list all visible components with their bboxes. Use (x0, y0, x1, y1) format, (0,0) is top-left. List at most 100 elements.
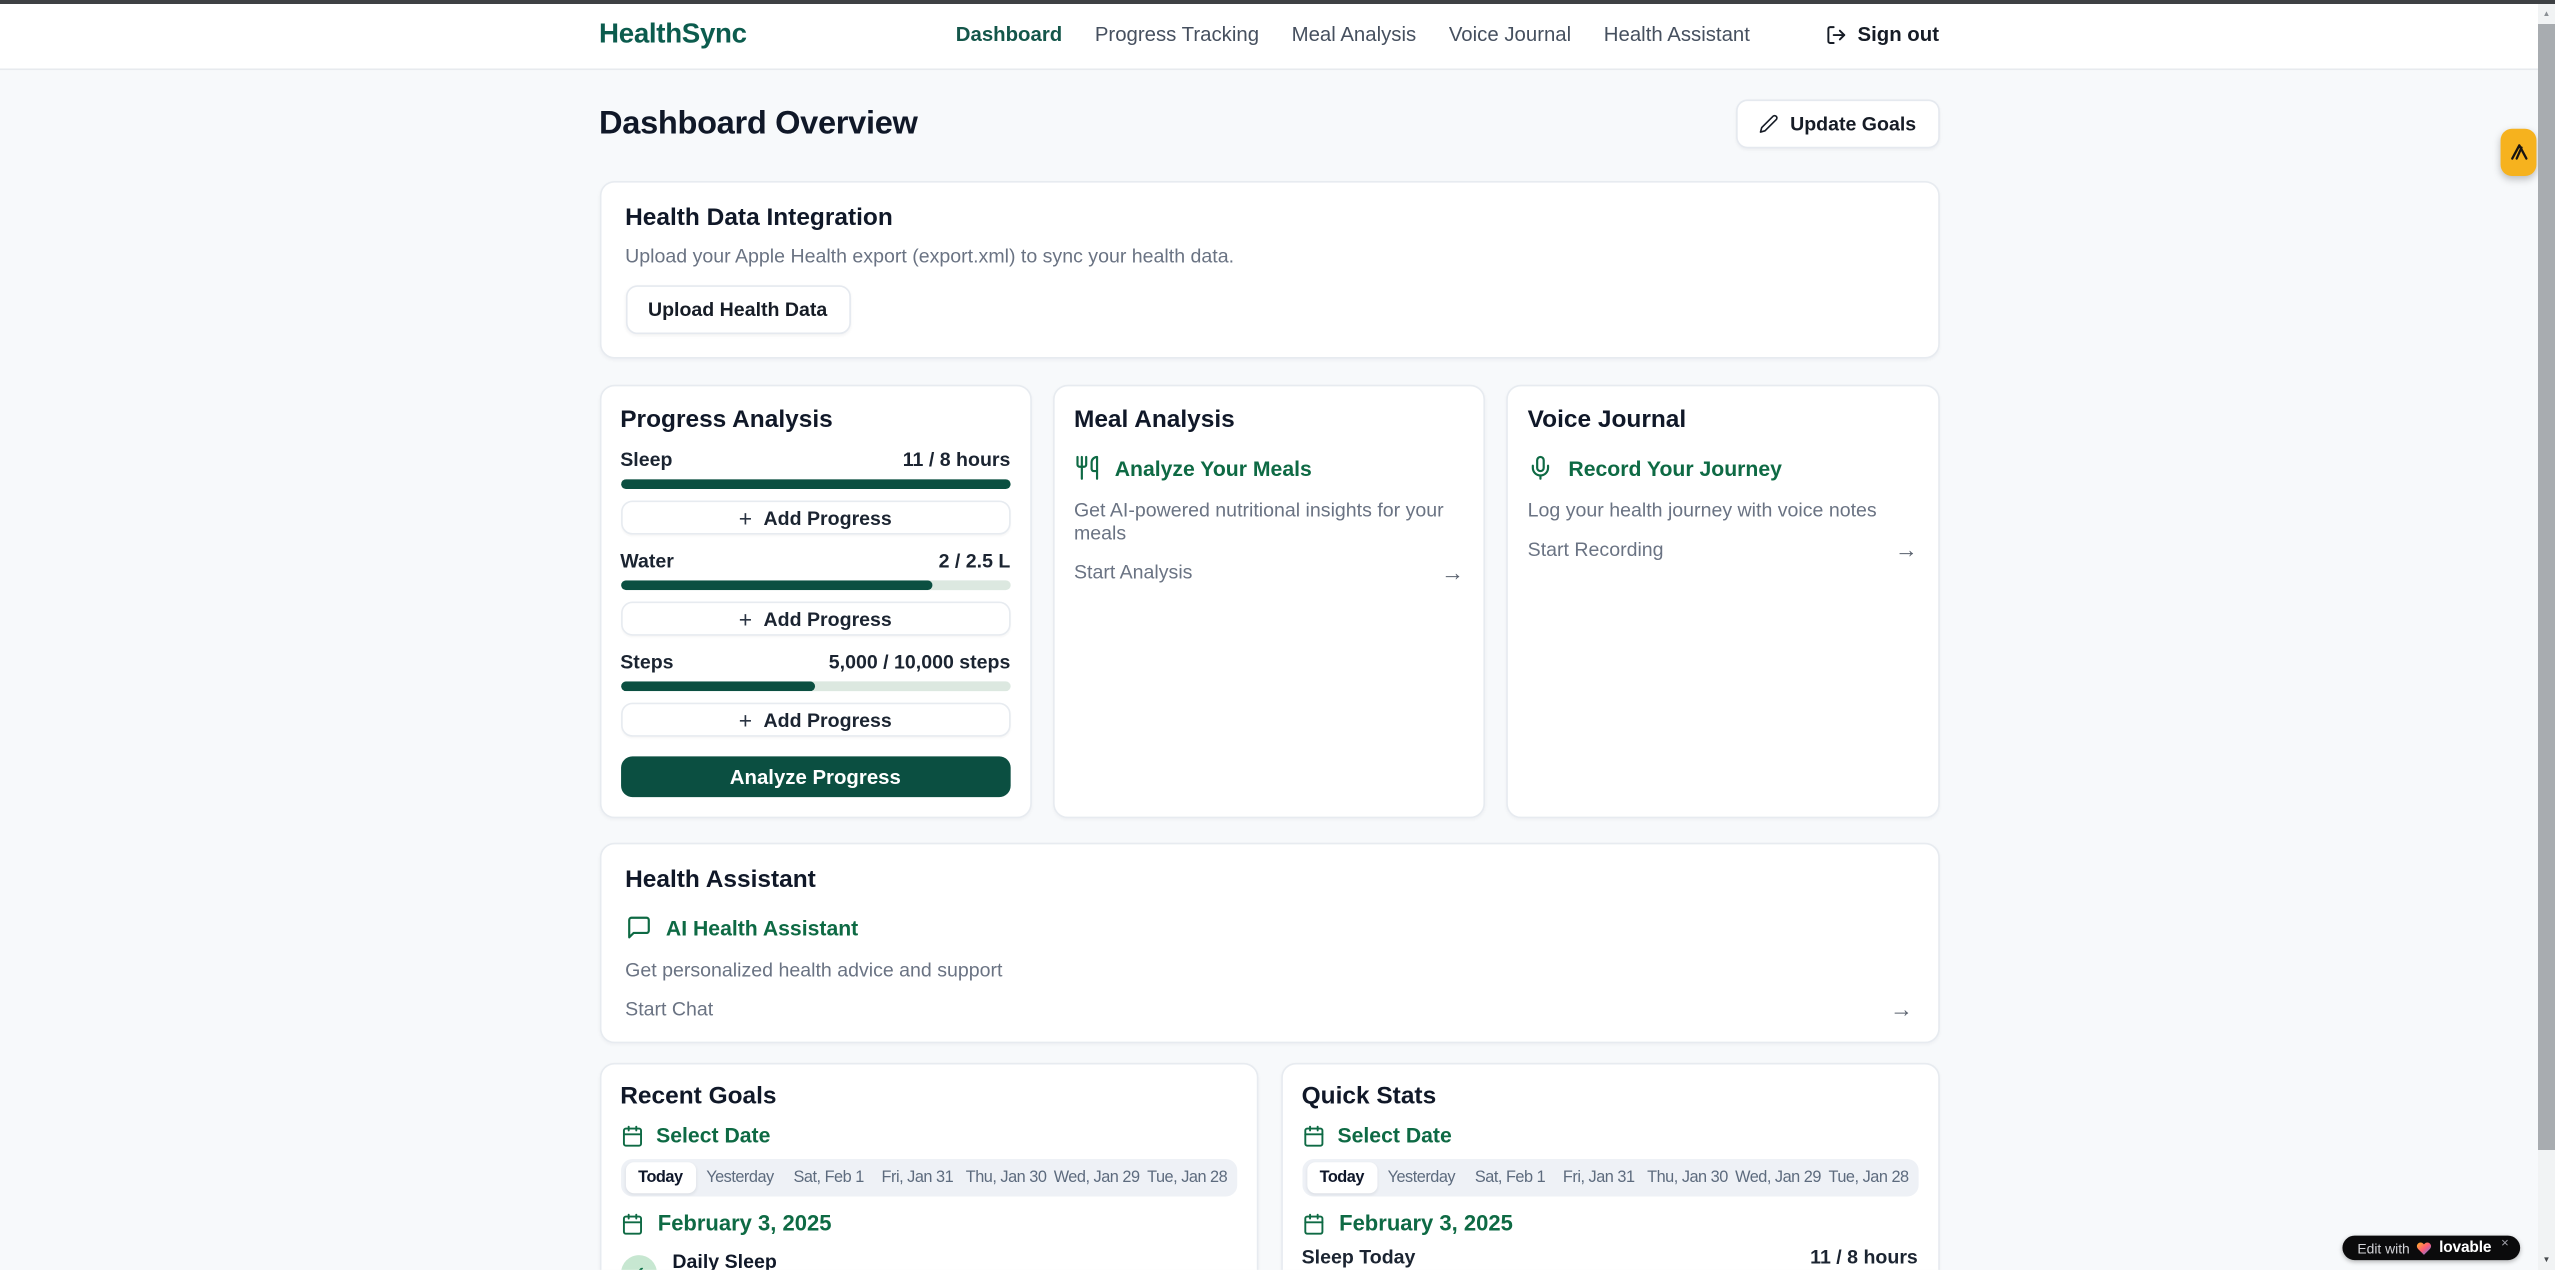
bottom-cards-row: Recent Goals Select Date Today Yesterday… (599, 1063, 1939, 1270)
vertical-scrollbar[interactable]: ▲ ▼ (2538, 0, 2555, 1270)
assistant-description: Get personalized health advice and suppo… (625, 958, 1913, 981)
sign-out-button[interactable]: Sign out (1825, 23, 1939, 46)
steps-progress-fill (620, 681, 815, 691)
water-progress-bar (620, 580, 1010, 590)
steps-progress-bar (620, 681, 1010, 691)
edit-with-label: Edit with (2357, 1240, 2409, 1256)
arrow-right-icon: → (1890, 998, 1913, 1021)
tab-fri-jan-31[interactable]: Fri, Jan 31 (1554, 1162, 1643, 1193)
nav-dashboard[interactable]: Dashboard (956, 23, 1062, 46)
main-content: Dashboard Overview Update Goals Health D… (599, 99, 1939, 1269)
sleep-value: 11 / 8 hours (903, 448, 1011, 471)
add-sleep-progress-button[interactable]: + Add Progress (620, 500, 1010, 534)
sleep-label: Sleep (620, 448, 672, 471)
update-goals-button[interactable]: Update Goals (1736, 99, 1939, 148)
start-analysis-action[interactable]: Start Analysis → (1074, 561, 1464, 584)
nav-voice-journal[interactable]: Voice Journal (1449, 23, 1571, 46)
healthsync-app: HealthSync Dashboard Progress Tracking M… (0, 0, 2538, 1270)
health-data-integration-card: Health Data Integration Upload your Appl… (599, 181, 1939, 359)
tab-sat-feb-1[interactable]: Sat, Feb 1 (1466, 1162, 1555, 1193)
analyze-progress-button[interactable]: Analyze Progress (620, 756, 1010, 797)
edit-with-lovable-badge[interactable]: Edit with lovable × (2343, 1236, 2520, 1260)
quick-stats-select-date[interactable]: Select Date (1302, 1123, 1918, 1147)
lovable-logo-icon (2508, 142, 2529, 163)
tab-wed-jan-29[interactable]: Wed, Jan 29 (1732, 1162, 1824, 1193)
progress-analysis-card: Progress Analysis Sleep 11 / 8 hours + A… (599, 385, 1032, 819)
sleep-today-value: 11 / 8 hours (1810, 1245, 1918, 1268)
main-nav: Dashboard Progress Tracking Meal Analysi… (956, 23, 1939, 46)
recent-goals-date-tabs: Today Yesterday Sat, Feb 1 Fri, Jan 31 T… (620, 1159, 1236, 1196)
voice-description: Log your health journey with voice notes (1528, 499, 1918, 522)
tab-today[interactable]: Today (625, 1162, 695, 1193)
tab-yesterday[interactable]: Yesterday (696, 1162, 785, 1193)
voice-journal-card: Voice Journal Record Your Journey Log yo… (1506, 385, 1939, 819)
quick-stats-selected-date: February 3, 2025 (1302, 1211, 1918, 1235)
log-out-icon (1825, 24, 1846, 45)
microphone-icon (1528, 455, 1554, 481)
lovable-label: lovable (2439, 1239, 2491, 1257)
close-icon[interactable]: × (2501, 1236, 2509, 1251)
tab-wed-jan-29[interactable]: Wed, Jan 29 (1050, 1162, 1142, 1193)
plus-icon: + (739, 607, 752, 630)
water-progress-fill (620, 580, 932, 590)
window-top-edge (0, 0, 2555, 4)
tab-today[interactable]: Today (1307, 1162, 1377, 1193)
start-chat-action[interactable]: Start Chat → (625, 998, 1913, 1021)
water-label: Water (620, 549, 674, 572)
pencil-icon (1759, 114, 1779, 134)
sign-out-label: Sign out (1857, 23, 1939, 46)
water-goal: Water 2 / 2.5 L + Add Progress (620, 549, 1010, 635)
quick-stats-date-tabs: Today Yesterday Sat, Feb 1 Fri, Jan 31 T… (1302, 1159, 1918, 1196)
analyze-your-meals-link[interactable]: Analyze Your Meals (1074, 455, 1464, 481)
scrollbar-thumb[interactable] (2538, 24, 2555, 1150)
tab-fri-jan-31[interactable]: Fri, Jan 31 (873, 1162, 962, 1193)
plus-icon: + (739, 506, 752, 529)
upload-health-data-button[interactable]: Upload Health Data (625, 285, 850, 334)
health-assistant-card: Health Assistant AI Health Assistant Get… (599, 843, 1939, 1044)
quick-stats-card: Quick Stats Select Date Today Yesterday … (1280, 1063, 1939, 1270)
health-assistant-title: Health Assistant (625, 866, 1913, 894)
arrow-right-icon: → (1441, 561, 1464, 584)
ai-health-assistant-link[interactable]: AI Health Assistant (625, 914, 1913, 940)
meal-analysis-card: Meal Analysis Analyze Your Meals Get AI-… (1053, 385, 1486, 819)
feature-cards-row: Progress Analysis Sleep 11 / 8 hours + A… (599, 385, 1939, 819)
lovable-editor-fab[interactable] (2501, 129, 2537, 176)
tab-tue-jan-28[interactable]: Tue, Jan 28 (1143, 1162, 1232, 1193)
steps-label: Steps (620, 650, 673, 673)
start-recording-action[interactable]: Start Recording → (1528, 538, 1918, 561)
plus-icon: + (739, 708, 752, 731)
scroll-down-arrow[interactable]: ▼ (2538, 1251, 2555, 1268)
steps-goal: Steps 5,000 / 10,000 steps + Add Progres… (620, 650, 1010, 736)
heart-icon (2416, 1240, 2432, 1256)
add-water-progress-button[interactable]: + Add Progress (620, 602, 1010, 636)
add-steps-progress-button[interactable]: + Add Progress (620, 703, 1010, 737)
tab-yesterday[interactable]: Yesterday (1377, 1162, 1466, 1193)
water-value: 2 / 2.5 L (939, 549, 1011, 572)
nav-progress-tracking[interactable]: Progress Tracking (1095, 23, 1259, 46)
sleep-progress-fill (620, 479, 1010, 489)
tab-tue-jan-28[interactable]: Tue, Jan 28 (1824, 1162, 1913, 1193)
tab-thu-jan-30[interactable]: Thu, Jan 30 (962, 1162, 1051, 1193)
record-your-journey-link[interactable]: Record Your Journey (1528, 455, 1918, 481)
sleep-goal: Sleep 11 / 8 hours + Add Progress (620, 448, 1010, 534)
integration-title: Health Data Integration (625, 204, 1913, 232)
check-icon: ✓ (620, 1255, 656, 1270)
app-logo[interactable]: HealthSync (599, 18, 747, 51)
goal-name: Daily Sleep (672, 1250, 776, 1270)
scroll-up-arrow[interactable]: ▲ (2538, 5, 2555, 22)
quick-stats-title: Quick Stats (1302, 1082, 1918, 1110)
calendar-icon (620, 1212, 643, 1235)
browser-viewport: HealthSync Dashboard Progress Tracking M… (0, 0, 2555, 1270)
sleep-progress-bar (620, 479, 1010, 489)
tab-sat-feb-1[interactable]: Sat, Feb 1 (784, 1162, 873, 1193)
meal-analysis-title: Meal Analysis (1074, 406, 1464, 434)
utensils-icon (1074, 455, 1100, 481)
recent-goals-select-date[interactable]: Select Date (620, 1123, 1236, 1147)
recent-goals-selected-date: February 3, 2025 (620, 1211, 1236, 1235)
top-nav-bar: HealthSync Dashboard Progress Tracking M… (0, 0, 2538, 70)
goal-list-item: ✓ Daily Sleep 11 / 8 hours (620, 1250, 1236, 1270)
arrow-right-icon: → (1895, 538, 1918, 561)
tab-thu-jan-30[interactable]: Thu, Jan 30 (1643, 1162, 1732, 1193)
nav-health-assistant[interactable]: Health Assistant (1604, 23, 1750, 46)
nav-meal-analysis[interactable]: Meal Analysis (1292, 23, 1417, 46)
